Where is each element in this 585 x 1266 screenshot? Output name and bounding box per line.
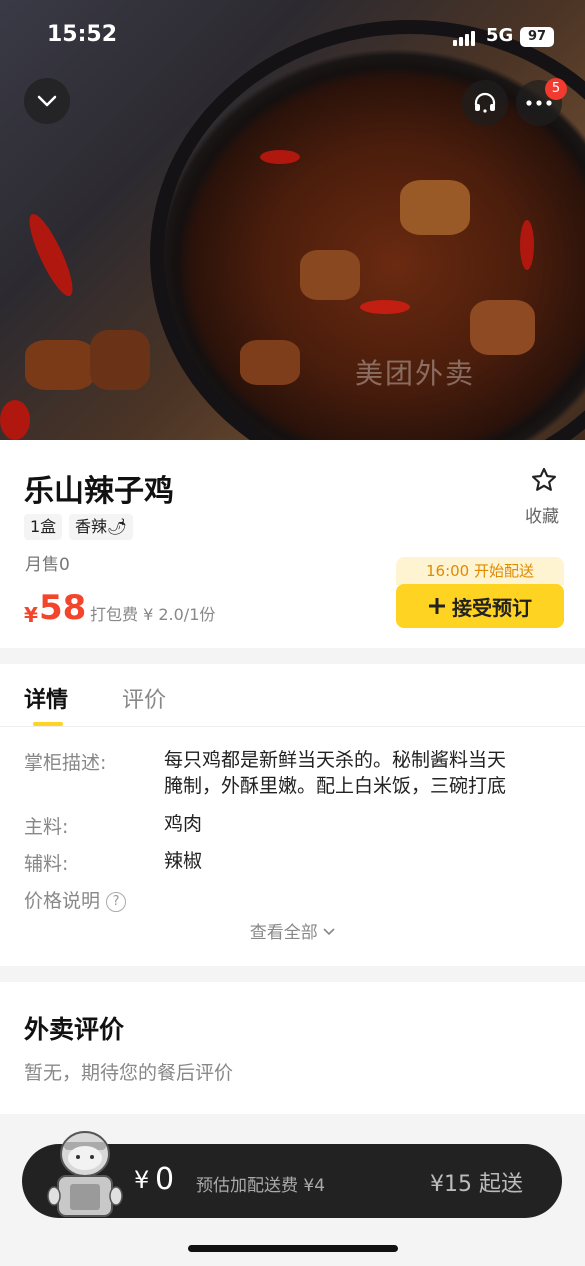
- favorite-button[interactable]: [522, 466, 566, 498]
- monthly-sales: 月售0: [25, 555, 70, 575]
- notification-badge: 5: [545, 78, 567, 100]
- packing-fee: 打包费 ¥ 2.0/1份: [90, 605, 216, 624]
- description-label: 掌柜描述:: [24, 752, 107, 774]
- tag-flavor: 香辣🌶: [69, 514, 134, 540]
- chili: [260, 150, 300, 164]
- customer-service-button[interactable]: [462, 80, 508, 126]
- collapse-button[interactable]: [24, 78, 70, 124]
- image-watermark: 美团外卖: [355, 357, 476, 390]
- chili: [22, 209, 80, 301]
- chili: [520, 220, 534, 270]
- more-dots-icon: [526, 100, 552, 106]
- star-icon: [531, 467, 557, 491]
- main-ingredient-label: 主料:: [24, 816, 69, 838]
- description-line: 每只鸡都是新鲜当天杀的。秘制酱料当天: [164, 749, 507, 771]
- tab-details[interactable]: 详情: [24, 682, 68, 714]
- product-title: 乐山辣子鸡: [24, 474, 174, 509]
- chicken-piece: [470, 300, 535, 355]
- chicken-piece: [400, 180, 470, 235]
- description-value: 每只鸡都是新鲜当天杀的。秘制酱料当天 腌制，外酥里嫩。配上白米饭，三碗打底: [164, 747, 564, 799]
- signal-icon: [453, 30, 481, 46]
- chevron-down-icon: [37, 95, 57, 107]
- chicken-piece: [90, 330, 150, 390]
- favorite-label[interactable]: 收藏: [525, 502, 559, 527]
- minimum-order: ¥15 起送: [430, 1172, 523, 1197]
- delivery-fee-note: 预估加配送费 ¥4: [196, 1176, 326, 1196]
- see-all-label: 查看全部: [249, 923, 318, 943]
- headset-icon: [474, 92, 496, 113]
- price-currency: ¥: [24, 603, 38, 627]
- chevron-down-icon: [323, 928, 335, 936]
- status-time: 15:52: [47, 22, 118, 47]
- cart-currency: ¥: [134, 1166, 150, 1194]
- battery-icon: 97: [520, 27, 554, 47]
- plus-icon: [429, 598, 445, 614]
- reviews-empty-text: 暂无，期待您的餐后评价: [24, 1062, 234, 1084]
- home-indicator[interactable]: [188, 1245, 398, 1252]
- tab-reviews[interactable]: 评价: [122, 682, 166, 714]
- price-value: 58: [39, 588, 87, 628]
- tag-portion: 1盒: [24, 514, 63, 540]
- price-note-label: 价格说明: [24, 890, 101, 912]
- price-note-row[interactable]: 价格说明?: [24, 886, 127, 913]
- reviews-title: 外卖评价: [24, 1015, 125, 1044]
- cart-total: 0: [155, 1162, 175, 1197]
- preorder-button[interactable]: 接受预订: [396, 584, 564, 628]
- product-card: 乐山辣子鸡 收藏 1盒 香辣🌶 月售0 ¥ 58 打包费 ¥ 2.0/1份 16…: [0, 440, 585, 648]
- tab-divider: [0, 726, 585, 727]
- chili: [0, 400, 30, 440]
- main-ingredient-value: 鸡肉: [164, 813, 203, 835]
- dish-photo: 美团外卖: [0, 0, 585, 440]
- details-section: 详情 评价 掌柜描述: 每只鸡都是新鲜当天杀的。秘制酱料当天 腌制，外酥里嫩。配…: [0, 664, 585, 966]
- aux-ingredient-value: 辣椒: [164, 850, 203, 872]
- mascot-icon: [47, 1131, 123, 1217]
- status-bar: 15:52 5G 97: [0, 22, 585, 54]
- see-all-button[interactable]: 查看全部: [0, 918, 585, 943]
- help-icon[interactable]: ?: [106, 892, 127, 912]
- reviews-section: 外卖评价 暂无，期待您的餐后评价: [0, 982, 585, 1114]
- network-type: 5G: [486, 25, 514, 46]
- delivery-start-time: 16:00 开始配送: [396, 557, 564, 585]
- aux-ingredient-label: 辅料:: [24, 853, 69, 875]
- chili: [360, 300, 410, 314]
- description-line: 腌制，外酥里嫩。配上白米饭，三碗打底: [164, 775, 507, 797]
- chicken-piece: [25, 340, 95, 390]
- chicken-piece: [240, 340, 300, 385]
- chicken-piece: [300, 250, 360, 300]
- preorder-label: 接受预订: [452, 595, 532, 620]
